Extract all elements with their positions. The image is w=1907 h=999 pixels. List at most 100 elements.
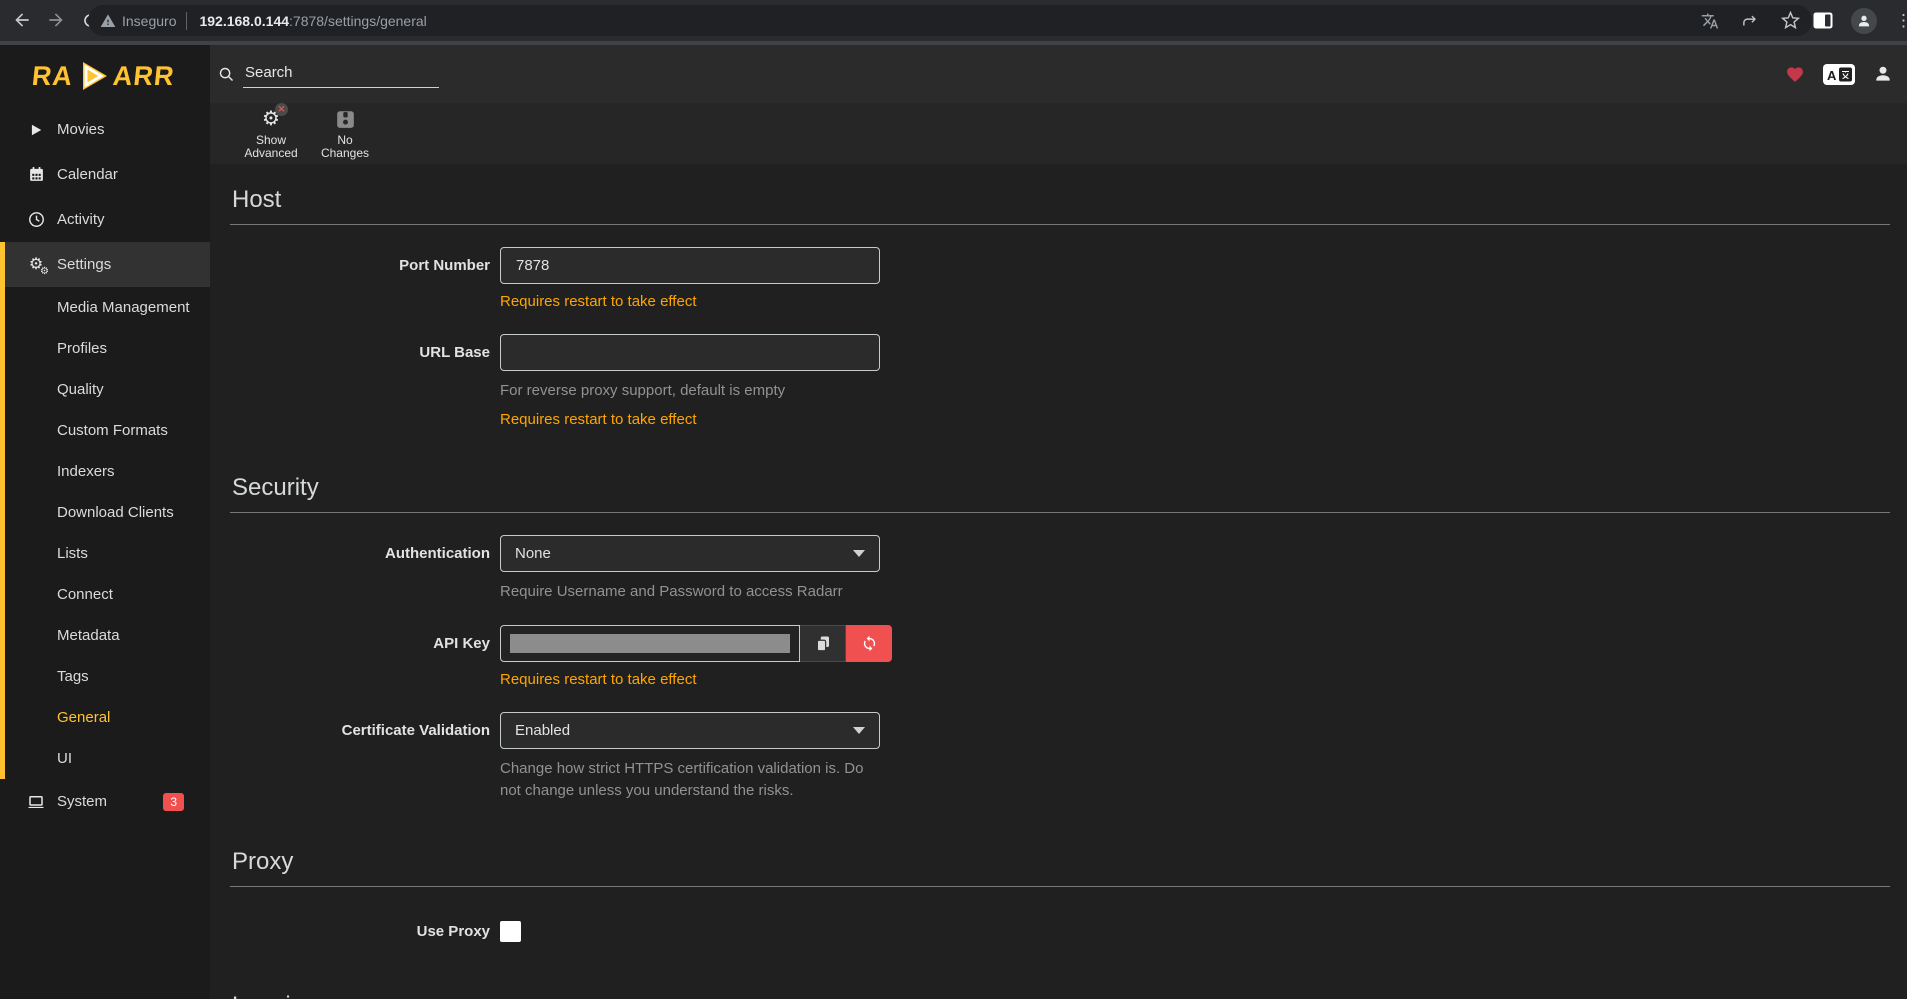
api-key-restart-warning: Requires restart to take effect <box>500 671 880 688</box>
system-issues-badge: 3 <box>163 793 184 811</box>
sub-item-label: Quality <box>57 381 104 398</box>
url-text: 192.168.0.144:7878/settings/general <box>199 13 426 29</box>
certificate-validation-label: Certificate Validation <box>230 712 490 739</box>
chevron-down-icon <box>853 727 865 734</box>
search-icon <box>218 66 235 83</box>
advanced-off-badge: ✕ <box>275 103 288 116</box>
svg-text:A: A <box>1827 68 1837 83</box>
port-number-input[interactable] <box>500 247 880 284</box>
sub-item-label: Media Management <box>57 299 190 316</box>
sidebar-item-custom-formats[interactable]: Custom Formats <box>0 410 210 451</box>
url-base-row: URL Base For reverse proxy support, defa… <box>230 334 1890 428</box>
section-title-logging: Logging <box>230 992 1890 999</box>
sidebar-item-ui[interactable]: UI <box>0 738 210 779</box>
sub-item-label: UI <box>57 750 72 767</box>
radarr-logo[interactable]: RA ARR <box>0 45 210 107</box>
translate-language-icon[interactable]: A <box>1823 64 1855 85</box>
sidebar-item-general[interactable]: General <box>0 697 210 738</box>
api-key-row: API Key Requires restart to take effect <box>230 625 1890 688</box>
donate-heart-icon[interactable] <box>1785 65 1805 84</box>
sidebar-item-activity[interactable]: Activity <box>0 197 210 242</box>
browser-back-button[interactable] <box>10 8 34 32</box>
browser-profile-avatar[interactable] <box>1851 8 1877 34</box>
certificate-validation-help: Change how strict HTTPS certification va… <box>500 758 880 802</box>
regenerate-api-key-button[interactable] <box>846 625 892 662</box>
show-advanced-button[interactable]: ⚙ ✕ Show Advanced <box>243 107 299 160</box>
sub-item-label: Indexers <box>57 463 115 480</box>
copy-api-key-button[interactable] <box>800 625 846 662</box>
url-base-restart-warning: Requires restart to take effect <box>500 411 880 428</box>
translate-icon[interactable] <box>1701 12 1719 30</box>
app-header: A <box>210 45 1907 103</box>
sub-item-label: Custom Formats <box>57 422 168 439</box>
authentication-select[interactable]: None <box>500 535 880 572</box>
omnibox-divider <box>186 12 187 30</box>
sidebar-item-lists[interactable]: Lists <box>0 533 210 574</box>
person-icon <box>1856 13 1872 29</box>
address-bar[interactable]: Inseguro 192.168.0.144:7878/settings/gen… <box>88 5 1812 36</box>
settings-accent-bar <box>0 242 5 779</box>
refresh-icon <box>861 635 878 652</box>
logo-play-icon <box>75 58 111 94</box>
sub-item-label: General <box>57 709 110 726</box>
save-changes-button[interactable]: No Changes <box>317 107 373 160</box>
sidebar-item-system[interactable]: System 3 <box>0 779 210 824</box>
certificate-validation-select[interactable]: Enabled <box>500 712 880 749</box>
sidebar-item-label: Settings <box>57 256 111 273</box>
forward-arrow-icon <box>46 10 66 30</box>
url-path: :7878/settings/general <box>289 13 427 29</box>
laptop-icon <box>26 792 46 812</box>
certificate-validation-value: Enabled <box>515 722 570 739</box>
save-floppy-icon <box>335 109 356 130</box>
logo-text-right: ARR <box>111 61 176 92</box>
sidebar-item-calendar[interactable]: Calendar <box>0 152 210 197</box>
browser-toolbar: Inseguro 192.168.0.144:7878/settings/gen… <box>0 0 1907 41</box>
user-icon[interactable] <box>1873 64 1893 84</box>
copy-icon <box>814 634 832 654</box>
sub-item-label: Tags <box>57 668 89 685</box>
port-number-row: Port Number Requires restart to take eff… <box>230 247 1890 310</box>
port-number-label: Port Number <box>230 247 490 274</box>
url-base-help: For reverse proxy support, default is em… <box>500 380 880 402</box>
sub-item-label: Connect <box>57 586 113 603</box>
sidebar-item-quality[interactable]: Quality <box>0 369 210 410</box>
sidebar-item-label: Movies <box>57 121 105 138</box>
share-icon[interactable] <box>1741 12 1759 30</box>
sidebar-item-connect[interactable]: Connect <box>0 574 210 615</box>
sub-item-label: Profiles <box>57 340 107 357</box>
use-proxy-checkbox[interactable] <box>500 921 521 942</box>
section-title-host: Host <box>230 186 1890 225</box>
sidebar-item-metadata[interactable]: Metadata <box>0 615 210 656</box>
url-base-label: URL Base <box>230 334 490 361</box>
authentication-row: Authentication None Require Username and… <box>230 535 1890 603</box>
side-panel-icon[interactable] <box>1813 12 1833 29</box>
sidebar-item-indexers[interactable]: Indexers <box>0 451 210 492</box>
sub-item-label: Lists <box>57 545 88 562</box>
sidebar-item-tags[interactable]: Tags <box>0 656 210 697</box>
sidebar-item-profiles[interactable]: Profiles <box>0 328 210 369</box>
no-changes-label-2: Changes <box>321 147 369 160</box>
url-base-input[interactable] <box>500 334 880 371</box>
authentication-help: Require Username and Password to access … <box>500 581 880 603</box>
sidebar-item-media-management[interactable]: Media Management <box>0 287 210 328</box>
sidebar-item-settings[interactable]: ⚙⚙ Settings <box>0 242 210 287</box>
sidebar-item-label: Calendar <box>57 166 118 183</box>
not-secure-warning-icon <box>100 13 116 29</box>
api-key-label: API Key <box>230 625 490 652</box>
clock-icon <box>26 210 46 230</box>
port-restart-warning: Requires restart to take effect <box>500 293 880 310</box>
certificate-validation-row: Certificate Validation Enabled Change ho… <box>230 712 1890 802</box>
security-status-label: Inseguro <box>122 13 176 29</box>
sidebar: RA ARR Movies Calendar Activity ⚙⚙ Setti… <box>0 45 210 999</box>
sub-item-label: Download Clients <box>57 504 174 521</box>
gears-icon: ⚙⚙ <box>26 255 46 275</box>
search-input[interactable] <box>243 60 439 88</box>
section-title-security: Security <box>230 474 1890 513</box>
browser-forward-button[interactable] <box>44 8 68 32</box>
sidebar-item-movies[interactable]: Movies <box>0 107 210 152</box>
authentication-label: Authentication <box>230 535 490 562</box>
bookmark-star-icon[interactable] <box>1781 11 1800 30</box>
sidebar-item-download-clients[interactable]: Download Clients <box>0 492 210 533</box>
browser-menu-button[interactable]: ⋮ <box>1895 18 1901 24</box>
api-key-input[interactable] <box>500 625 800 662</box>
